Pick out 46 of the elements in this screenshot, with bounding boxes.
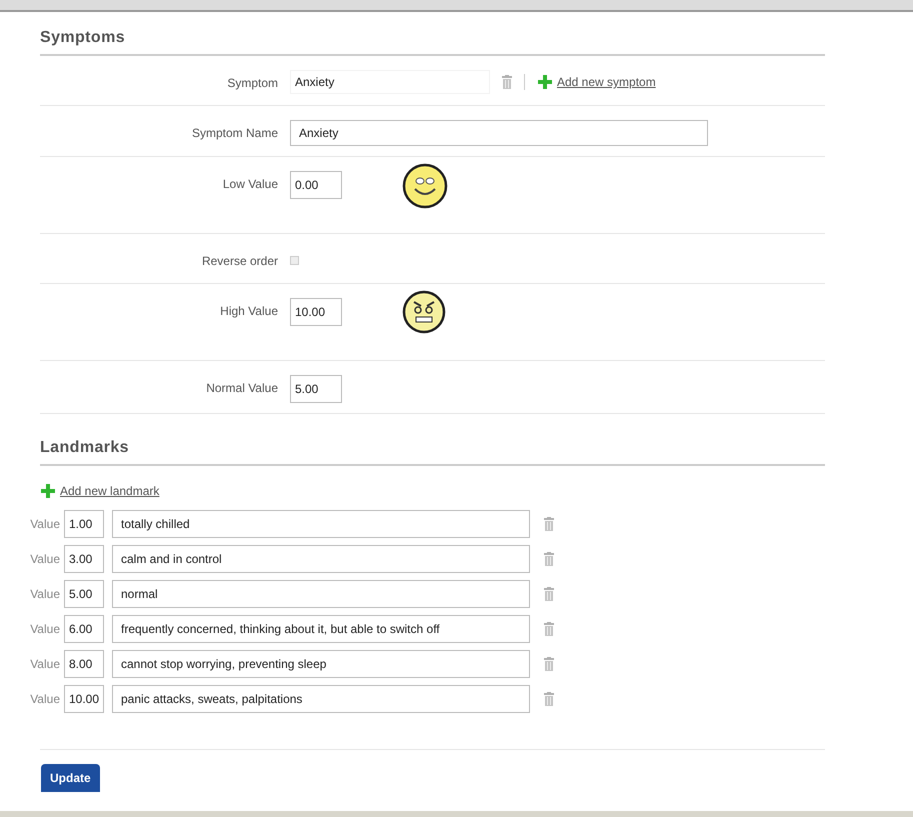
add-symptom-link[interactable]: Add new symptom: [557, 73, 656, 91]
landmark-description-field[interactable]: totally chilled: [112, 510, 530, 538]
value-field[interactable]: 10.00: [290, 298, 342, 326]
stressed-face-icon: [402, 290, 446, 334]
plus-icon: [40, 483, 56, 499]
trash-icon[interactable]: [544, 622, 554, 636]
landmark-value-field[interactable]: 5.00: [64, 580, 104, 608]
value-label: Value: [29, 656, 60, 673]
trash-icon[interactable]: [544, 692, 554, 706]
section-heading: Symptoms: [40, 28, 126, 48]
trash-icon[interactable]: [502, 75, 512, 89]
field-label: Symptom: [226, 75, 278, 92]
trash-icon[interactable]: [544, 517, 554, 531]
landmark-value-field[interactable]: 8.00: [64, 650, 104, 678]
field-label: Symptom Name: [190, 125, 278, 142]
value-label: Value: [29, 551, 60, 568]
trash-icon[interactable]: [544, 657, 554, 671]
value-label: Value: [29, 586, 60, 603]
landmark-value-field[interactable]: 6.00: [64, 615, 104, 643]
landmark-description-field[interactable]: frequently concerned, thinking about it, but able to switch off: [112, 615, 530, 643]
checkbox[interactable]: [290, 256, 299, 265]
smiley-face-icon: [402, 163, 448, 209]
update-button[interactable]: Update: [41, 764, 100, 792]
value-label: Value: [29, 621, 60, 638]
symptom-name-field[interactable]: Anxiety: [290, 120, 708, 146]
value-label: Value: [29, 691, 60, 708]
value-label: Value: [29, 516, 60, 533]
value-field[interactable]: 5.00: [290, 375, 342, 403]
landmark-description-field[interactable]: panic attacks, sweats, palpitations: [112, 685, 530, 713]
trash-icon[interactable]: [544, 587, 554, 601]
field-label: Low Value: [222, 176, 278, 193]
value-field[interactable]: 0.00: [290, 171, 342, 199]
section-heading: Landmarks: [40, 438, 130, 458]
landmark-value-field[interactable]: 1.00: [64, 510, 104, 538]
landmark-value-field[interactable]: 10.00: [64, 685, 104, 713]
field-label: Reverse order: [200, 253, 278, 270]
landmark-description-field[interactable]: cannot stop worrying, preventing sleep: [112, 650, 530, 678]
plus-icon: [537, 74, 553, 90]
landmark-description-field[interactable]: normal: [112, 580, 530, 608]
symptom-select[interactable]: Anxiety: [290, 70, 490, 94]
landmark-description-field[interactable]: calm and in control: [112, 545, 530, 573]
add-landmark-link[interactable]: Add new landmark: [60, 482, 160, 500]
landmark-value-field[interactable]: 3.00: [64, 545, 104, 573]
field-label: Normal Value: [205, 380, 278, 397]
field-label: High Value: [219, 303, 278, 320]
trash-icon[interactable]: [544, 552, 554, 566]
